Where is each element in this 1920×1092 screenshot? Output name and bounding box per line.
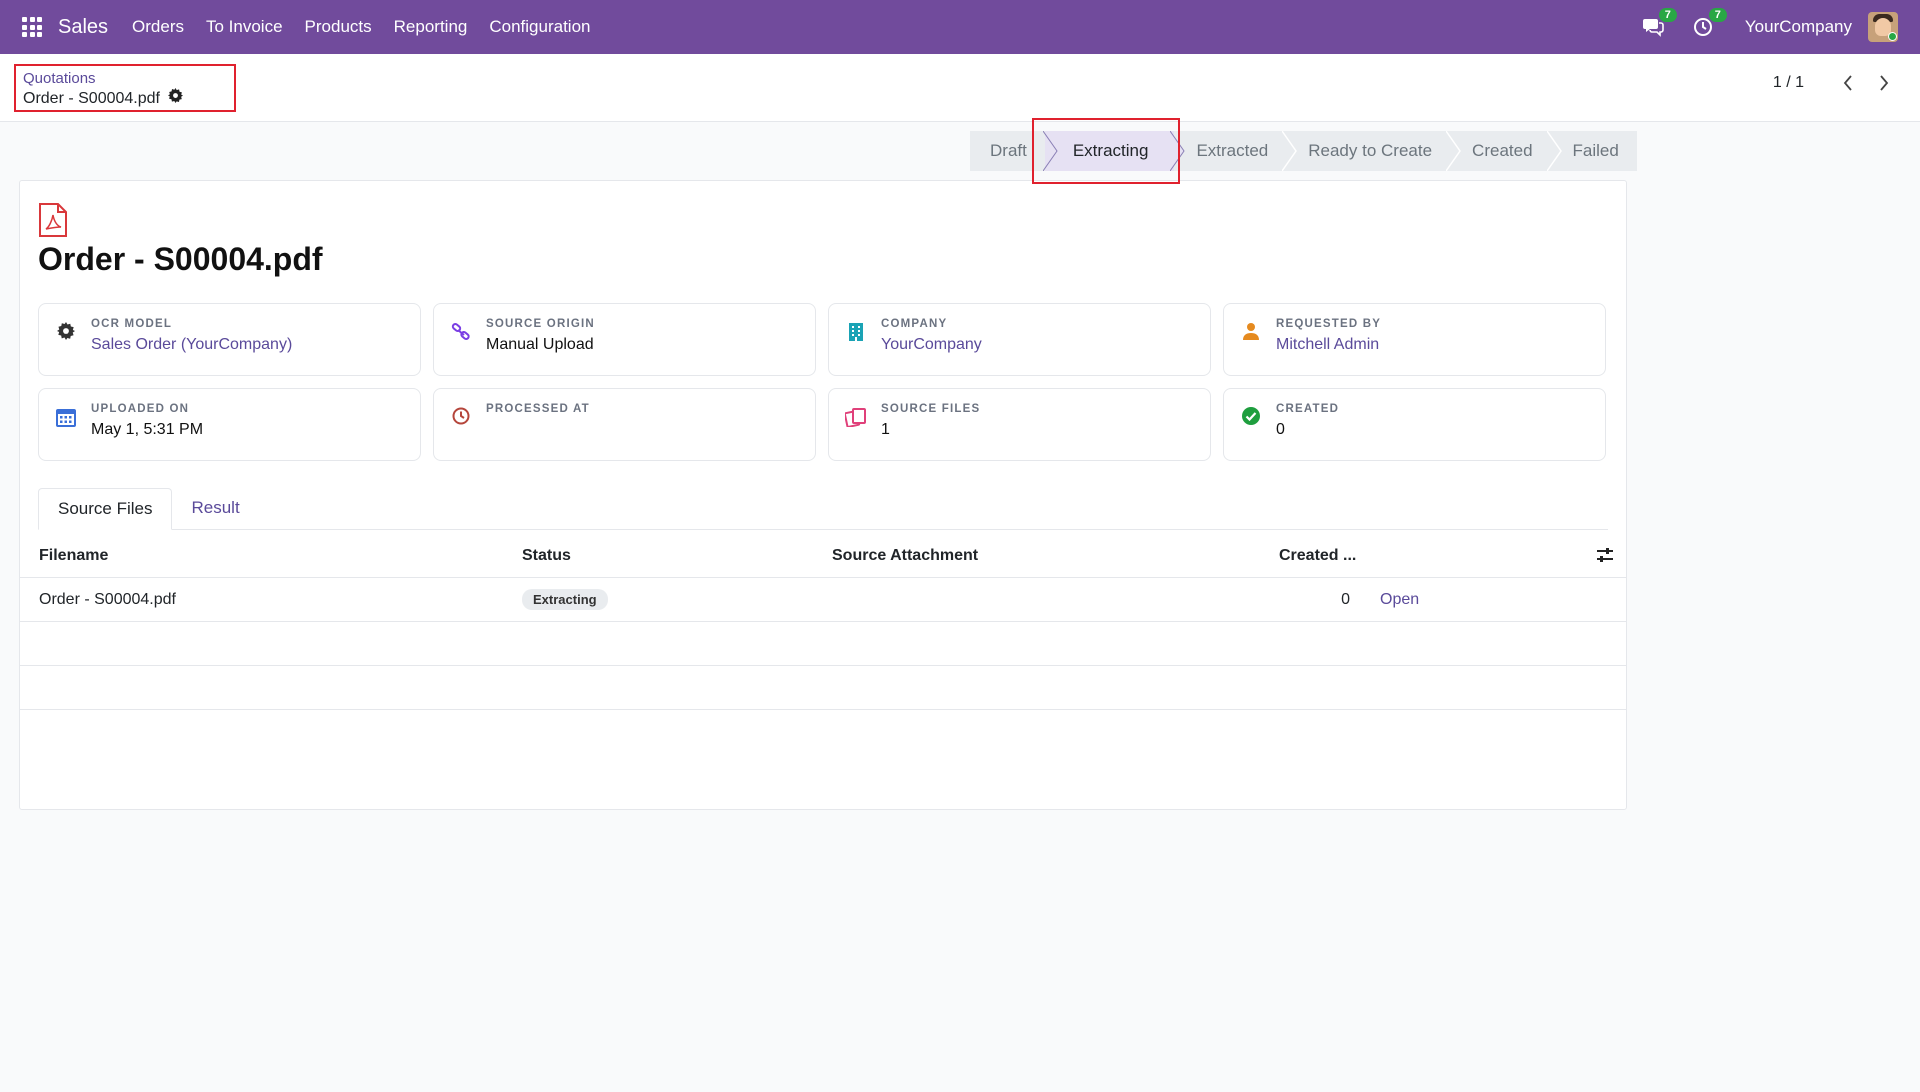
empty-row (20, 622, 1626, 666)
uploaded-on-value: May 1, 5:31 PM (91, 421, 204, 438)
app-name[interactable]: Sales (58, 16, 108, 39)
row-filename: Order - S00004.pdf (39, 590, 176, 608)
card-label: OCR MODEL (91, 318, 173, 330)
requested-by-link[interactable]: Mitchell Admin (1276, 336, 1381, 354)
menu-item-to-invoice[interactable]: To Invoice (206, 17, 283, 37)
stage-label: Created (1472, 141, 1533, 160)
main-menu: Orders To Invoice Products Reporting Con… (132, 17, 612, 37)
header-filename[interactable]: Filename (39, 547, 108, 565)
optional-columns-icon[interactable] (1596, 547, 1614, 568)
stage-failed[interactable]: Failed (1551, 131, 1637, 171)
pager-next-button[interactable] (1878, 74, 1890, 92)
stage-label: Extracting (1072, 141, 1149, 160)
breadcrumb: Quotations Order - S00004.pdf (14, 64, 236, 112)
company-switcher[interactable]: YourCompany (1745, 17, 1852, 37)
row-created-count: 0 (1341, 590, 1350, 608)
card-source-origin: SOURCE ORIGIN Manual Upload (433, 303, 816, 376)
card-label: SOURCE ORIGIN (486, 318, 595, 330)
source-files-count[interactable]: 1 (881, 421, 980, 439)
menu-item-products[interactable]: Products (305, 17, 372, 37)
card-requested-by: REQUESTED BY Mitchell Admin (1223, 303, 1606, 376)
messages-badge: 7 (1658, 8, 1677, 22)
table-row[interactable]: Order - S00004.pdf Extracting 0 Open (20, 578, 1626, 622)
source-files-table: Filename Status Source Attachment Create… (20, 534, 1626, 710)
empty-row (20, 666, 1626, 710)
menu-item-orders[interactable]: Orders (132, 17, 184, 37)
gear-icon (57, 322, 75, 340)
stage-created[interactable]: Created (1450, 131, 1562, 171)
ocr-model-link[interactable]: Sales Order (YourCompany) (91, 336, 292, 354)
card-label: REQUESTED BY (1276, 318, 1382, 330)
stage-extracted[interactable]: Extracted (1174, 131, 1298, 171)
stage-label: Extracted (1196, 141, 1269, 160)
card-company: COMPANY YourCompany (828, 303, 1211, 376)
menu-item-configuration[interactable]: Configuration (489, 17, 590, 37)
activities-button[interactable]: 7 (1691, 8, 1727, 39)
breadcrumb-quotations-link[interactable]: Quotations (23, 70, 227, 88)
card-uploaded-on: UPLOADED ON May 1, 5:31 PM (38, 388, 421, 461)
stage-label: Draft (990, 141, 1027, 160)
building-icon (849, 323, 863, 341)
form-sheet: Order - S00004.pdf OCR MODEL Sales Order … (19, 180, 1627, 810)
clock-icon (452, 407, 470, 425)
pdf-file-icon (38, 203, 68, 242)
card-ocr-model: OCR MODEL Sales Order (YourCompany) (38, 303, 421, 376)
card-label: SOURCE FILES (881, 403, 981, 415)
card-source-files: SOURCE FILES 1 (828, 388, 1211, 461)
stage-extracting[interactable]: Extracting (1042, 131, 1186, 171)
company-link[interactable]: YourCompany (881, 336, 982, 354)
card-label: UPLOADED ON (91, 403, 190, 415)
menu-item-reporting[interactable]: Reporting (394, 17, 468, 37)
header-status[interactable]: Status (522, 547, 571, 565)
stage-ready-to-create[interactable]: Ready to Create (1286, 131, 1461, 171)
gear-icon[interactable] (167, 88, 183, 109)
status-bar: Draft Extracting Extracted Ready to Crea… (970, 131, 1637, 171)
header-source-attachment[interactable]: Source Attachment (832, 547, 978, 565)
messages-button[interactable]: 7 (1641, 8, 1677, 39)
stage-label: Ready to Create (1308, 141, 1433, 160)
record-title: Order - S00004.pdf (38, 241, 323, 277)
check-circle-icon (1242, 407, 1260, 425)
created-count[interactable]: 0 (1276, 421, 1339, 439)
activities-badge: 7 (1708, 8, 1727, 22)
online-status-dot (1888, 32, 1897, 41)
card-label: COMPANY (881, 318, 948, 330)
row-status: Extracting (522, 588, 608, 610)
tab-source-files[interactable]: Source Files (38, 488, 173, 530)
clock-icon (1693, 18, 1712, 36)
user-avatar[interactable] (1868, 12, 1898, 42)
pager-value[interactable]: 1 / 1 (1773, 74, 1804, 92)
table-header: Filename Status Source Attachment Create… (20, 534, 1626, 578)
calendar-icon (56, 409, 76, 427)
breadcrumb-current-label: Order - S00004.pdf (23, 89, 160, 107)
info-cards: OCR MODEL Sales Order (YourCompany) SOURC… (38, 303, 1608, 461)
user-icon (1243, 323, 1259, 340)
card-label: CREATED (1276, 403, 1340, 415)
pager: 1 / 1 (1773, 74, 1890, 92)
control-panel: Quotations Order - S00004.pdf 1 / 1 (0, 54, 1920, 122)
files-icon (845, 408, 866, 427)
tab-result[interactable]: Result (172, 488, 258, 529)
stage-draft[interactable]: Draft (970, 131, 1045, 171)
header-created[interactable]: Created ... (1279, 547, 1356, 565)
stage-label: Failed (1572, 141, 1619, 160)
systray: 7 7 YourCompany (1615, 8, 1898, 42)
apps-menu-icon[interactable] (22, 17, 42, 37)
source-origin-value: Manual Upload (486, 336, 594, 353)
card-label: PROCESSED AT (486, 403, 590, 415)
breadcrumb-current: Order - S00004.pdf (23, 88, 227, 109)
top-navbar: Sales Orders To Invoice Products Reporti… (0, 0, 1920, 54)
pager-previous-button[interactable] (1842, 74, 1854, 92)
chevron-left-icon (1843, 75, 1852, 91)
status-badge: Extracting (522, 588, 608, 610)
chevron-right-icon (1880, 75, 1889, 91)
notebook-tabs: Source Files Result (38, 488, 1608, 530)
row-open-button[interactable]: Open (1380, 591, 1419, 609)
card-processed-at: PROCESSED AT (433, 388, 816, 461)
card-created: CREATED 0 (1223, 388, 1606, 461)
link-icon (451, 323, 470, 340)
